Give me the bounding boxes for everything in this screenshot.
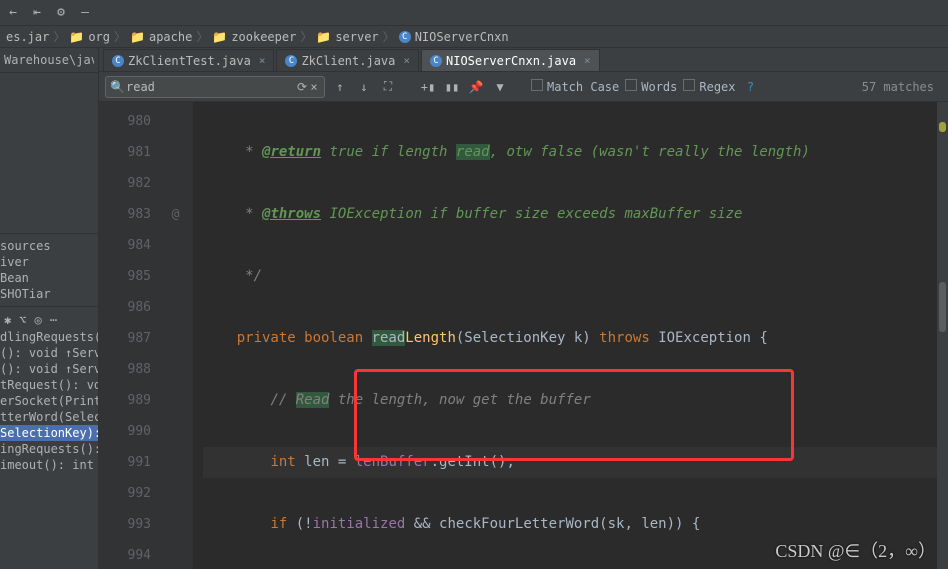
editor-tabs: CZkClientTest.java× CZkClient.java× CNIO… <box>99 48 948 72</box>
code-content[interactable]: * @return true if length read, otw false… <box>193 102 948 569</box>
structure-toolbar: ✱ ⌥ ◎ ⋯ <box>0 311 98 329</box>
close-icon[interactable]: × <box>584 54 591 67</box>
close-icon[interactable]: × <box>259 54 266 67</box>
select-occurrences-icon[interactable]: ▮▮ <box>443 78 461 96</box>
inherit-icon[interactable]: ✱ <box>4 313 11 327</box>
prev-match-icon[interactable]: ↑ <box>331 78 349 96</box>
target-icon[interactable]: ◎ <box>34 313 41 327</box>
add-selection-icon[interactable]: +▮ <box>419 78 437 96</box>
breadcrumb-item[interactable]: 📁 apache <box>128 30 194 44</box>
next-match-icon[interactable]: ↓ <box>355 78 373 96</box>
breadcrumb: es.jar〉 📁 org〉 📁 apache〉 📁 zookeeper〉 📁 … <box>0 26 948 48</box>
regex-check[interactable]: Regex <box>683 79 735 94</box>
structure-item[interactable]: (): void ↑ServerCn <box>0 361 98 377</box>
words-check[interactable]: Words <box>625 79 677 94</box>
annotation-gutter: @ <box>159 102 193 569</box>
tab-active[interactable]: CNIOServerCnxn.java× <box>421 49 600 71</box>
structure-item[interactable]: erSocket(PrintWri <box>0 393 98 409</box>
structure-item-selected[interactable]: SelectionKey): bo <box>0 425 98 441</box>
select-all-icon[interactable]: ⛶ <box>379 78 397 96</box>
help-icon[interactable]: ? <box>742 78 760 96</box>
history-icon[interactable]: ⟳ <box>296 80 308 94</box>
watermark: CSDN @∈（2，∞） <box>775 537 936 563</box>
branch-icon[interactable]: ⌥ <box>19 313 26 327</box>
sidebar-item[interactable]: SHOTiar <box>0 286 98 302</box>
editor-area: CZkClientTest.java× CZkClient.java× CNIO… <box>99 48 948 569</box>
toolbar-top: ← ⇤ ⚙ — <box>0 0 948 26</box>
find-input-wrap[interactable]: 🔍 ⟳ × <box>105 76 325 98</box>
matchcase-check[interactable]: Match Case <box>531 79 619 94</box>
tab[interactable]: CZkClient.java× <box>276 49 419 71</box>
sidebar-path: Warehouse\java\ <box>4 52 94 68</box>
code-area[interactable]: 980981982 983984985 986987988 989990991 … <box>99 102 948 569</box>
hide-icon[interactable]: — <box>78 6 92 20</box>
tab[interactable]: CZkClientTest.java× <box>103 49 274 71</box>
collapse-icon[interactable]: ⇤ <box>30 6 44 20</box>
back-icon[interactable]: ← <box>6 6 20 20</box>
structure-item[interactable]: tRequest(): void <box>0 377 98 393</box>
find-input[interactable] <box>122 80 296 94</box>
find-bar: 🔍 ⟳ × ↑ ↓ ⛶ +▮ ▮▮ 📌 ▼ Match Case Words R… <box>99 72 948 102</box>
clear-icon[interactable]: × <box>308 80 320 94</box>
sidebar-item[interactable]: Bean <box>0 270 98 286</box>
breadcrumb-item[interactable]: 📁 zookeeper <box>210 30 298 44</box>
filter-icon[interactable]: ▼ <box>491 78 509 96</box>
structure-item[interactable]: dlingRequests(Rec <box>0 329 98 345</box>
scrollbar-vertical[interactable] <box>937 102 948 569</box>
structure-item[interactable]: ingRequests(): lo <box>0 441 98 457</box>
more-icon[interactable]: ⋯ <box>50 313 57 327</box>
breadcrumb-item[interactable]: 📁 server <box>314 30 380 44</box>
search-icon: 🔍 <box>110 80 122 94</box>
gear-icon[interactable]: ⚙ <box>54 6 68 20</box>
sidebar-item[interactable]: sources <box>0 238 98 254</box>
gutter: 980981982 983984985 986987988 989990991 … <box>99 102 159 569</box>
structure-item[interactable]: imeout(): int ↑Se <box>0 457 98 473</box>
sidebar-item[interactable]: iver <box>0 254 98 270</box>
structure-item[interactable]: tterWord(Selectio <box>0 409 98 425</box>
sidebar: Warehouse\java\ sources iver Bean SHOTia… <box>0 48 99 569</box>
close-icon[interactable]: × <box>403 54 410 67</box>
structure-item[interactable]: (): void ↑ServerCn <box>0 345 98 361</box>
pin-icon[interactable]: 📌 <box>467 78 485 96</box>
breadcrumb-item[interactable]: 📁 org <box>67 30 112 44</box>
breadcrumb-item[interactable]: es.jar <box>4 30 51 44</box>
match-count: 57 matches <box>862 80 942 94</box>
breadcrumb-item[interactable]: C NIOServerCnxn <box>397 30 511 44</box>
